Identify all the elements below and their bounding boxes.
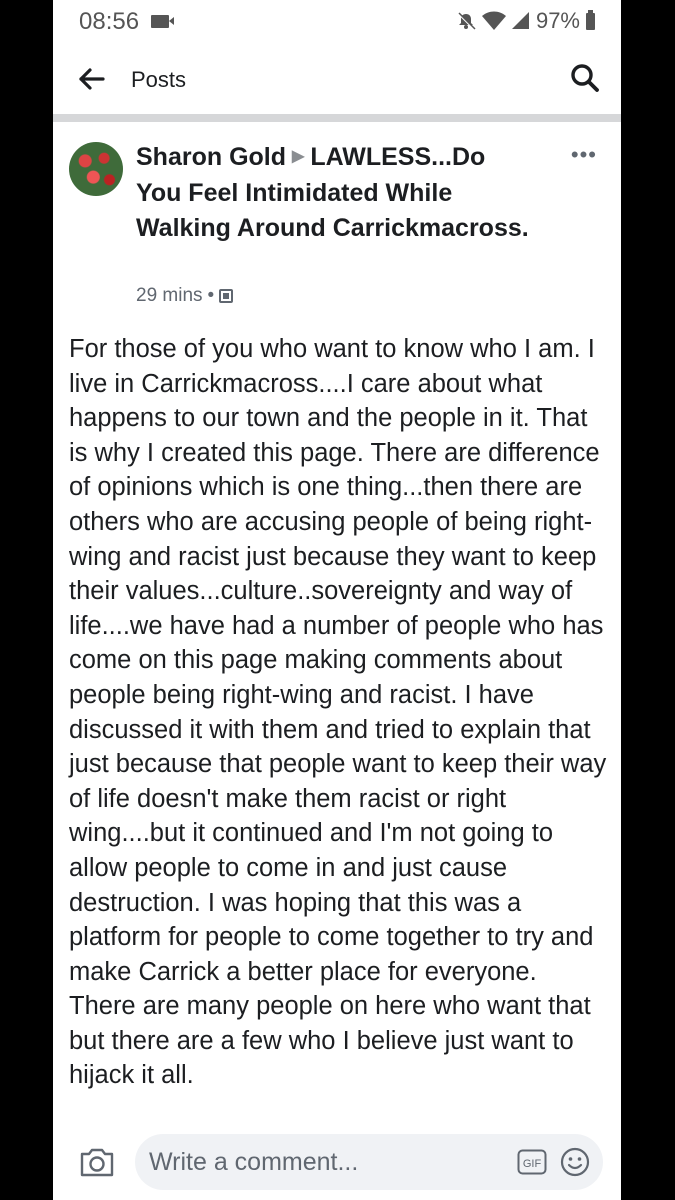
- post-card: Sharon Gold ▶ LAWLESS...Do You Feel Intimi…: [53, 122, 621, 1122]
- mute-bell-icon: [457, 12, 476, 30]
- comment-input[interactable]: [149, 1134, 489, 1190]
- page-title: Posts: [131, 67, 187, 92]
- status-right: 97%: [456, 8, 595, 34]
- video-recording-icon: [151, 15, 174, 28]
- battery-icon: [586, 9, 595, 30]
- meta-separator: •: [207, 285, 215, 306]
- author-name[interactable]: Sharon Gold: [136, 143, 286, 171]
- camera-icon[interactable]: [79, 1146, 115, 1178]
- arrow-right-icon: ▶: [292, 147, 305, 165]
- status-time: 08:56: [79, 8, 140, 35]
- arrow-left-icon[interactable]: [77, 64, 107, 94]
- comment-composer: GIF: [53, 1124, 621, 1200]
- gif-icon[interactable]: GIF: [517, 1149, 547, 1175]
- phone-screen: 08:56 97% Posts Sharon Gold ▶ LAWLESS...…: [53, 0, 621, 1200]
- privacy-icon: [219, 289, 234, 303]
- app-bar-divider: [53, 114, 621, 122]
- wifi-icon: [481, 11, 506, 30]
- app-bar: Posts: [53, 46, 621, 114]
- post-body: For those of you who want to know who I …: [69, 335, 607, 1090]
- more-icon[interactable]: •••: [571, 142, 597, 168]
- post-header: Sharon Gold ▶ LAWLESS...Do You Feel Intimi…: [136, 140, 536, 246]
- emoji-icon[interactable]: [559, 1146, 591, 1178]
- gif-label: GIF: [523, 1158, 542, 1170]
- status-bar: 08:56 97%: [53, 0, 621, 46]
- comment-box: GIF: [135, 1134, 603, 1190]
- battery-percent: 97%: [535, 8, 580, 33]
- signal-icon: [511, 12, 529, 29]
- post-time[interactable]: 29 mins: [136, 285, 203, 307]
- search-icon[interactable]: [569, 62, 601, 94]
- post-meta: 29 mins •: [136, 285, 234, 307]
- avatar[interactable]: [69, 142, 123, 196]
